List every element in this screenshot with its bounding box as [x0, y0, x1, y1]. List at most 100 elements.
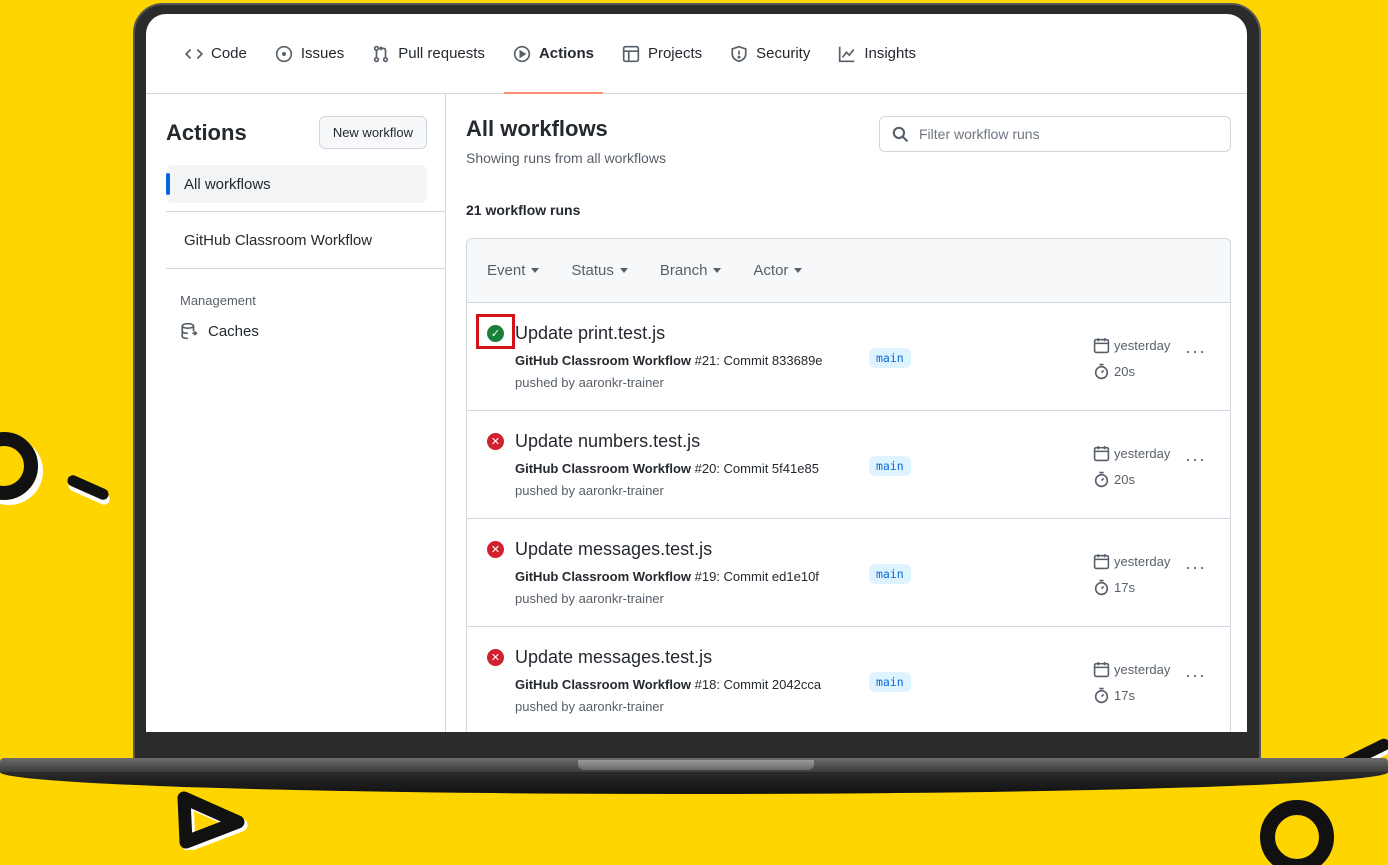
more-options-icon[interactable]: ···	[1185, 449, 1206, 470]
actor-filter-dropdown[interactable]: Actor	[753, 262, 803, 279]
run-detail: #19: Commit ed1e10f	[694, 569, 819, 584]
run-workflow: GitHub Classroom Workflow	[515, 569, 691, 584]
tab-security[interactable]: Security	[727, 14, 813, 94]
run-duration: 17s	[1093, 579, 1135, 596]
branch-label[interactable]: main	[869, 672, 911, 692]
run-workflow: GitHub Classroom Workflow	[515, 677, 691, 692]
run-when: yesterday	[1114, 662, 1171, 677]
sidebar-divider	[166, 211, 445, 212]
tab-label: Insights	[864, 45, 917, 62]
run-meta: GitHub Classroom Workflow #20: Commit 5f…	[515, 461, 819, 476]
run-duration-value: 20s	[1114, 364, 1135, 379]
workflow-run-row[interactable]: ✕ Update messages.test.js GitHub Classro…	[467, 627, 1230, 732]
run-detail: #18: Commit 2042cca	[694, 677, 822, 692]
failure-x-icon: ✕	[487, 649, 504, 666]
run-when: yesterday	[1114, 338, 1171, 353]
highlight-box	[476, 314, 515, 349]
sidebar-item-all-workflows[interactable]: All workflows	[166, 165, 427, 203]
main-content: All workflows Showing runs from all work…	[446, 94, 1247, 732]
filter-label: Event	[487, 262, 526, 279]
run-meta: GitHub Classroom Workflow #18: Commit 20…	[515, 677, 821, 692]
filter-runs-input[interactable]: Filter workflow runs	[879, 116, 1231, 152]
table-icon	[622, 45, 640, 62]
more-options-icon[interactable]: ···	[1185, 665, 1206, 686]
decorative-dash	[65, 473, 111, 502]
shield-icon	[731, 45, 747, 62]
page-subtitle: Showing runs from all workflows	[466, 150, 666, 166]
run-workflow: GitHub Classroom Workflow	[515, 461, 691, 476]
run-time: yesterday	[1093, 553, 1170, 570]
tab-issues[interactable]: Issues	[272, 14, 347, 94]
branch-label[interactable]: main	[869, 564, 911, 584]
run-when: yesterday	[1114, 446, 1171, 461]
database-icon	[181, 322, 198, 340]
calendar-icon	[1093, 662, 1110, 678]
browser-screen: Code Issues Pull requests Actions Projec…	[146, 14, 1247, 732]
tab-insights[interactable]: Insights	[835, 14, 919, 94]
tab-label: Projects	[647, 45, 703, 62]
status-filter-dropdown[interactable]: Status	[571, 262, 628, 279]
caret-down-icon	[531, 268, 540, 273]
run-time: yesterday	[1093, 661, 1170, 678]
tab-label: Actions	[538, 45, 594, 62]
sidebar-item-classroom-workflow[interactable]: GitHub Classroom Workflow	[166, 220, 427, 260]
run-pushed-by: pushed by aaronkr-trainer	[515, 375, 664, 390]
filter-bar: Event Status Branch Actor	[467, 239, 1230, 303]
play-icon	[513, 45, 531, 62]
stopwatch-icon	[1094, 579, 1109, 596]
run-title[interactable]: Update messages.test.js	[515, 647, 712, 668]
run-meta: GitHub Classroom Workflow #19: Commit ed…	[515, 569, 819, 584]
calendar-icon	[1093, 446, 1110, 462]
laptop-base	[0, 758, 1388, 798]
issue-icon	[275, 45, 293, 62]
filter-label: Actor	[753, 262, 789, 279]
caret-down-icon	[794, 268, 803, 273]
caret-down-icon	[713, 268, 722, 273]
new-workflow-button[interactable]: New workflow	[318, 116, 427, 149]
page-title: All workflows	[466, 116, 608, 141]
workflow-run-row[interactable]: ✕ Update messages.test.js GitHub Classro…	[467, 519, 1230, 627]
run-workflow: GitHub Classroom Workflow	[515, 353, 691, 368]
caret-down-icon	[619, 268, 628, 273]
filter-label: Status	[571, 262, 614, 279]
sidebar-title: Actions	[166, 119, 247, 145]
filter-label: Branch	[659, 262, 708, 279]
tab-label: Pull requests	[398, 45, 485, 62]
run-duration: 20s	[1093, 363, 1135, 380]
sidebar-divider	[166, 268, 445, 269]
decorative-triangle	[168, 788, 248, 855]
run-title[interactable]: Update print.test.js	[515, 323, 665, 344]
run-duration: 17s	[1093, 687, 1135, 704]
workflow-runs-list: Event Status Branch Actor ✓ Update print…	[466, 238, 1231, 732]
tab-label: Code	[211, 45, 247, 62]
workflow-run-row[interactable]: ✕ Update numbers.test.js GitHub Classroo…	[467, 411, 1230, 519]
tab-code[interactable]: Code	[182, 14, 250, 94]
calendar-icon	[1093, 338, 1110, 354]
branch-label[interactable]: main	[869, 348, 911, 368]
branch-label[interactable]: main	[869, 456, 911, 476]
more-options-icon[interactable]: ···	[1185, 341, 1206, 362]
run-title[interactable]: Update messages.test.js	[515, 539, 712, 560]
search-icon	[892, 126, 909, 142]
workflow-run-row[interactable]: ✓ Update print.test.js GitHub Classroom …	[467, 303, 1230, 411]
more-options-icon[interactable]: ···	[1185, 557, 1206, 578]
run-detail: #20: Commit 5f41e85	[694, 461, 819, 476]
filter-runs-placeholder: Filter workflow runs	[919, 126, 1040, 142]
tab-actions[interactable]: Actions	[503, 14, 603, 94]
sidebar-section-management: Management	[180, 293, 256, 308]
run-pushed-by: pushed by aaronkr-trainer	[515, 699, 664, 714]
failure-x-icon: ✕	[487, 541, 504, 558]
tab-projects[interactable]: Projects	[619, 14, 705, 94]
run-title[interactable]: Update numbers.test.js	[515, 431, 700, 452]
tab-pull-requests[interactable]: Pull requests	[369, 14, 488, 94]
decorative-ring	[0, 432, 38, 500]
stopwatch-icon	[1094, 363, 1109, 380]
run-time: yesterday	[1093, 445, 1170, 462]
sidebar-item-caches[interactable]: Caches	[166, 308, 427, 340]
branch-filter-dropdown[interactable]: Branch	[660, 262, 722, 279]
event-filter-dropdown[interactable]: Event	[487, 262, 540, 279]
code-icon	[185, 48, 203, 59]
run-duration-value: 20s	[1114, 472, 1135, 487]
run-duration-value: 17s	[1114, 580, 1135, 595]
run-pushed-by: pushed by aaronkr-trainer	[515, 483, 664, 498]
